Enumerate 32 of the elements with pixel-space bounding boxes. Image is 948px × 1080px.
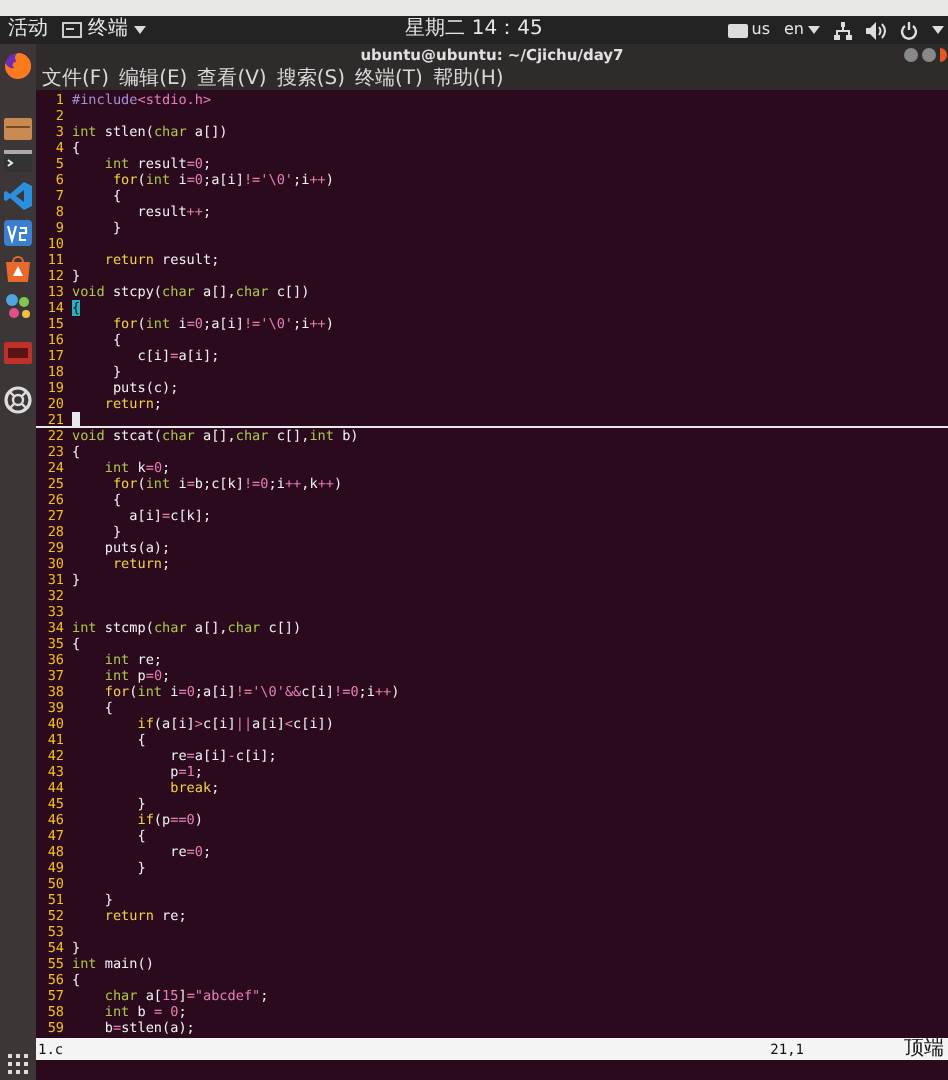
menu-item[interactable]: 编辑(E) bbox=[119, 67, 188, 89]
menu-item[interactable]: 终端(T) bbox=[355, 67, 423, 89]
lifebuoy-icon[interactable] bbox=[4, 386, 32, 414]
firefox-icon[interactable] bbox=[4, 52, 32, 80]
menu-item[interactable]: 搜索(S) bbox=[276, 67, 345, 89]
terminal-icon[interactable] bbox=[4, 150, 32, 172]
caret-icon bbox=[808, 26, 820, 34]
menu-item[interactable]: 查看(V) bbox=[197, 67, 267, 89]
caret-icon bbox=[134, 26, 146, 34]
menu-item[interactable]: 帮助(H) bbox=[432, 67, 504, 89]
network-icon[interactable] bbox=[834, 21, 852, 39]
molecules-icon[interactable] bbox=[4, 292, 32, 320]
power-icon[interactable] bbox=[900, 21, 918, 39]
minimize-button[interactable] bbox=[904, 48, 918, 62]
scroll-position: 顶端 bbox=[904, 1039, 944, 1059]
drawer-icon[interactable] bbox=[4, 118, 32, 140]
terminal-icon bbox=[62, 22, 82, 38]
activities-button[interactable]: 活动 bbox=[8, 18, 48, 42]
volume-icon[interactable] bbox=[866, 21, 886, 39]
menu-item[interactable]: 文件(F) bbox=[42, 67, 110, 89]
keyboard-icon bbox=[727, 23, 748, 37]
caret-icon[interactable] bbox=[932, 26, 944, 34]
app-menu[interactable]: 终端 bbox=[62, 18, 146, 42]
shopping-bag-icon[interactable] bbox=[4, 256, 32, 282]
app-icon[interactable] bbox=[4, 220, 32, 246]
clock[interactable]: 星期二 14：45 bbox=[405, 18, 543, 42]
maximize-button[interactable] bbox=[922, 48, 936, 62]
keyboard-layout[interactable]: us bbox=[727, 20, 770, 40]
close-button[interactable] bbox=[940, 48, 948, 62]
app-grid-icon[interactable] bbox=[8, 1054, 28, 1074]
language-menu[interactable]: en bbox=[784, 20, 820, 40]
code-editor-icon[interactable] bbox=[4, 182, 32, 210]
